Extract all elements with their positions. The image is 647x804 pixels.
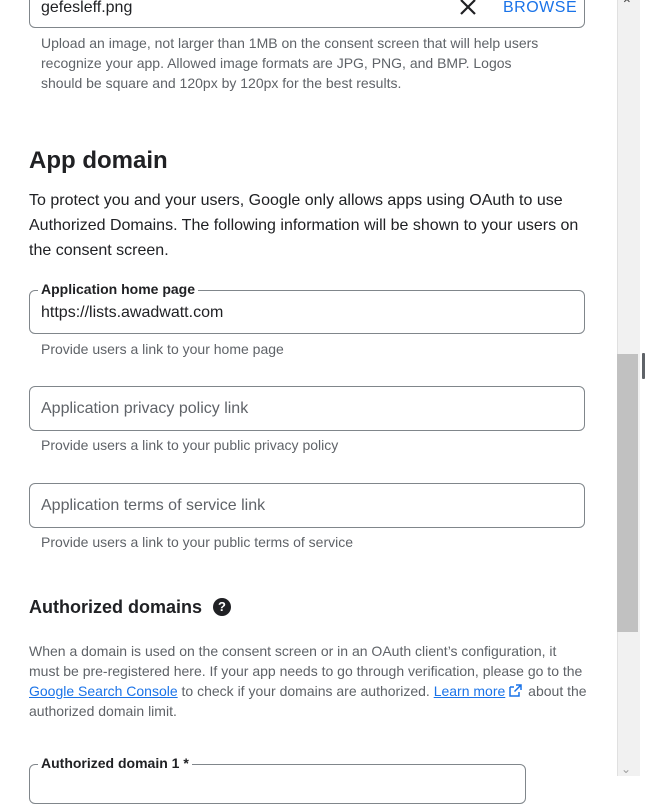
app-domain-description: To protect you and your users, Google on… xyxy=(29,192,579,259)
authorized-domains-description: When a domain is used on the consent scr… xyxy=(29,641,589,721)
authorized-domain-1-label: Authorized domain 1 * xyxy=(38,754,192,772)
authorized-domains-title: Authorized domains xyxy=(29,597,203,617)
authorized-domains-text-1: When a domain is used on the consent scr… xyxy=(29,643,583,679)
home-page-field[interactable]: Application home page https://lists.awad… xyxy=(29,280,585,334)
privacy-policy-hint: Provide users a link to your public priv… xyxy=(41,437,339,453)
logo-filename: gefesleff.png xyxy=(41,0,133,16)
home-page-hint: Provide users a link to your home page xyxy=(41,341,284,357)
privacy-policy-placeholder: Application privacy policy link xyxy=(41,400,249,417)
learn-more-link[interactable]: Learn more xyxy=(434,683,506,699)
home-page-label: Application home page xyxy=(38,280,199,298)
scrollbar-thumb[interactable] xyxy=(617,354,638,632)
terms-of-service-field[interactable]: Application terms of service link xyxy=(29,483,585,528)
clear-logo-button[interactable] xyxy=(457,0,479,18)
external-link-icon xyxy=(509,684,523,697)
logo-hint: Upload an image, not larger than 1MB on … xyxy=(41,35,539,91)
privacy-policy-field[interactable]: Application privacy policy link xyxy=(29,386,585,431)
app-domain-title: App domain xyxy=(29,147,168,174)
authorized-domain-1-field[interactable]: Authorized domain 1 * xyxy=(29,754,526,804)
logo-file-field[interactable]: gefesleff.png BROWSE xyxy=(29,0,585,28)
window-edge xyxy=(640,0,647,776)
close-icon xyxy=(460,0,476,15)
help-icon[interactable]: ? xyxy=(213,598,231,616)
scroll-up-icon[interactable]: ⌃ xyxy=(621,0,633,13)
scroll-down-icon[interactable]: ⌄ xyxy=(621,762,631,776)
terms-of-service-placeholder: Application terms of service link xyxy=(41,497,266,514)
home-page-value: https://lists.awadwatt.com xyxy=(41,304,224,321)
browse-button[interactable]: BROWSE xyxy=(503,0,577,18)
resize-handle[interactable] xyxy=(642,353,645,379)
terms-of-service-hint: Provide users a link to your public term… xyxy=(41,534,354,550)
google-search-console-link[interactable]: Google Search Console xyxy=(29,683,178,699)
authorized-domains-text-2: to check if your domains are authorized. xyxy=(177,683,434,699)
